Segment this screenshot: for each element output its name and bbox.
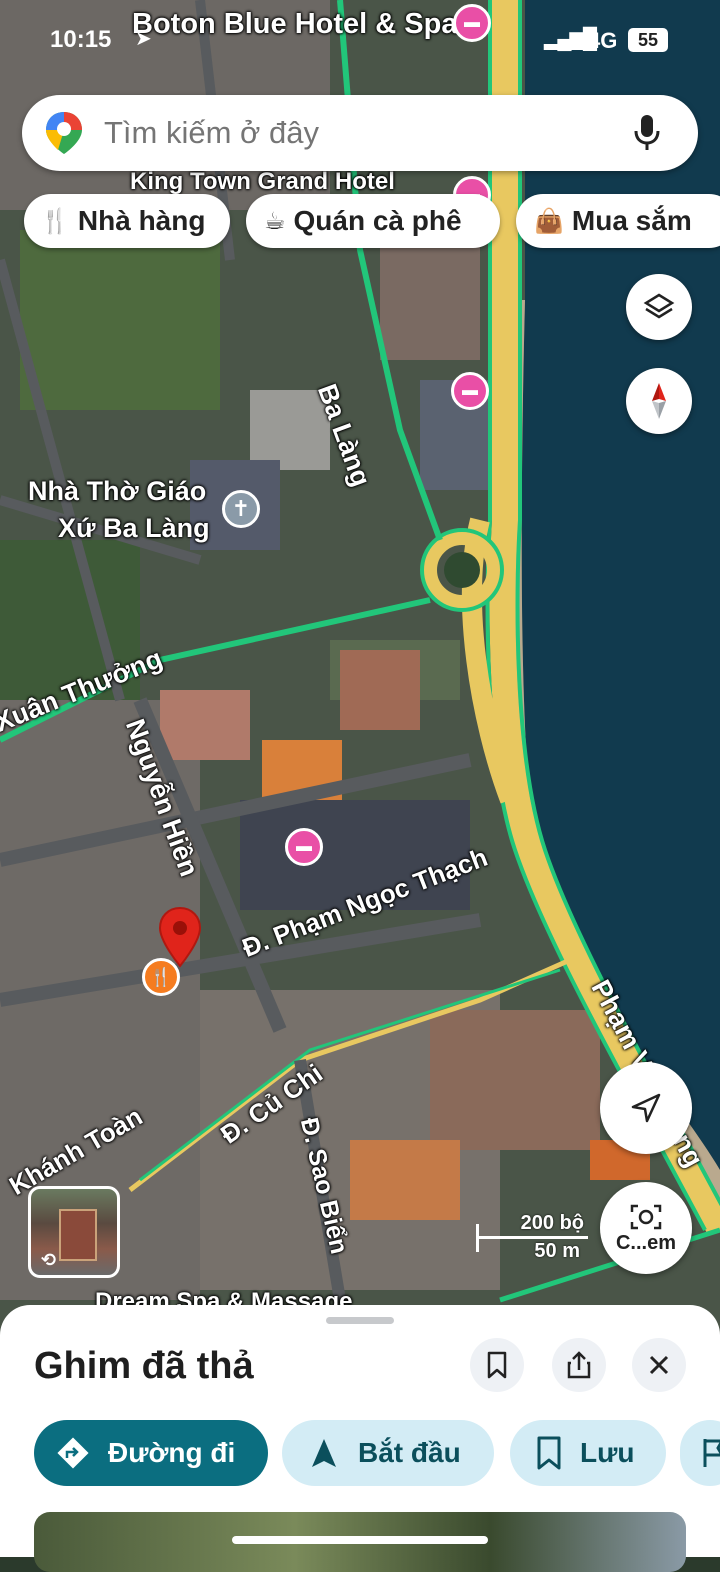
maps-logo-icon [46, 112, 82, 154]
camera-lens-icon [630, 1204, 662, 1229]
start-label: Bắt đầu [358, 1437, 461, 1468]
cross-icon: ✝ [231, 496, 251, 521]
bookmark-icon [487, 1351, 507, 1379]
directions-icon [57, 1437, 89, 1469]
microphone-icon[interactable] [632, 113, 662, 153]
sheet-title: Ghim đã thả [34, 1345, 254, 1387]
flag-icon [703, 1439, 720, 1467]
rotate-360-icon: ⟲ [41, 1250, 57, 1270]
chip-restaurants[interactable]: 🍴 Nhà hàng [24, 194, 230, 248]
my-location-button[interactable] [600, 1062, 692, 1154]
status-time: 10:15 [50, 26, 112, 53]
restaurant-pin[interactable]: 🍴 [142, 958, 180, 996]
status-bar: 10:15 ➤ ▂▄▆█ 4G 55 [0, 22, 720, 62]
place-label-hotel-second[interactable]: King Town Grand Hotel [130, 168, 395, 196]
save-icon-button[interactable] [470, 1338, 524, 1392]
home-indicator [232, 1536, 488, 1544]
close-icon [649, 1355, 669, 1375]
directions-button[interactable]: Đường đi [34, 1420, 268, 1486]
start-button[interactable]: Bắt đầu [282, 1420, 494, 1486]
save-button[interactable]: Lưu [510, 1420, 666, 1486]
chip-cafes[interactable]: ☕ Quán cà phê [246, 194, 500, 248]
close-button[interactable] [632, 1338, 686, 1392]
drag-handle[interactable] [326, 1317, 394, 1324]
compass-button[interactable] [626, 368, 692, 434]
hotel-pin-center[interactable]: ▬ [285, 828, 323, 866]
scale-imperial: 200 bộ [520, 1212, 584, 1234]
navigation-arrow-icon [631, 1093, 661, 1123]
place-label-church-line1[interactable]: Nhà Thờ Giáo [28, 476, 206, 507]
layers-button[interactable] [626, 274, 692, 340]
chip-shopping-label: Mua sắm [571, 205, 692, 236]
hotel-pin-ba-lang[interactable]: ▬ [451, 372, 489, 410]
bed-icon: ▬ [296, 838, 312, 855]
compass-icon [652, 383, 666, 419]
battery-icon: 55 [628, 28, 668, 52]
status-network: 4G [588, 28, 618, 53]
share-button[interactable] [552, 1338, 606, 1392]
chip-cafes-label: Quán cà phê [293, 205, 462, 236]
search-input[interactable] [102, 114, 626, 152]
battery-level: 55 [637, 30, 659, 50]
search-bar[interactable] [22, 95, 698, 171]
layers-icon [643, 293, 675, 319]
place-label-church-line2[interactable]: Xứ Ba Làng [58, 513, 210, 544]
lens-label: C...em [615, 1231, 677, 1254]
fork-knife-icon: 🍴 [40, 207, 70, 235]
church-pin[interactable]: ✝ [222, 490, 260, 528]
chip-shopping[interactable]: 👜 Mua sắm [516, 194, 720, 248]
navigation-start-icon [312, 1439, 336, 1467]
chip-restaurants-label: Nhà hàng [77, 205, 206, 236]
scale-bar: 200 bộ 50 m [476, 1212, 588, 1264]
fork-knife-icon: 🍴 [149, 966, 173, 987]
directions-label: Đường đi [108, 1437, 236, 1468]
bookmark-icon [537, 1436, 561, 1470]
scale-metric: 50 m [534, 1240, 580, 1262]
save-label: Lưu [580, 1437, 635, 1468]
bed-icon: ▬ [462, 382, 478, 399]
lens-button[interactable]: C...em [600, 1182, 692, 1274]
street-view-thumbnail[interactable]: ⟲ [28, 1186, 120, 1278]
share-icon [567, 1351, 591, 1379]
coffee-cup-icon: ☕ [264, 207, 286, 235]
location-arrow-icon: ➤ [135, 28, 152, 50]
shopping-bag-icon: 👜 [534, 207, 564, 235]
